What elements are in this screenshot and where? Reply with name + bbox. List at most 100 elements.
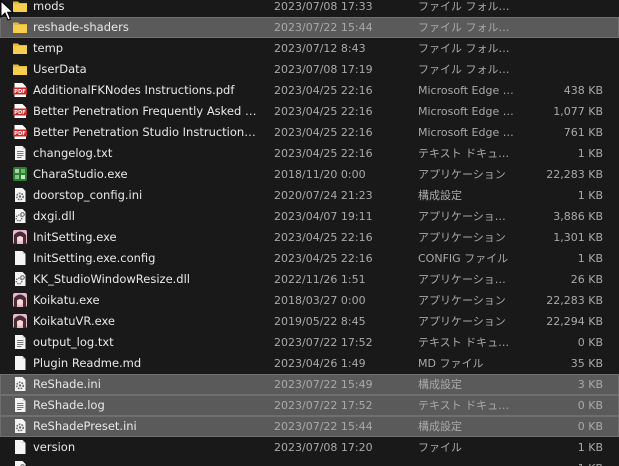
file-row[interactable]: InitSetting.exe 2023/04/25 22:16 アプリケーション 1…: [0, 227, 619, 248]
file-name: CharaStudio.exe: [33, 167, 128, 181]
file-date-modified: 2023/04/25 22:16: [274, 252, 373, 265]
file-date-modified: 2023/04/07 19:11: [274, 210, 373, 223]
file-name: Plugin Readme.md: [33, 356, 142, 370]
dll-file-icon: [12, 208, 28, 224]
file-type: CONFIG ファイル: [418, 252, 509, 265]
file-type: 構成設定: [418, 378, 462, 391]
file-name: InitSetting.exe.config: [33, 251, 156, 265]
file-row[interactable]: PDF Better Penetration Frequently Asked Q…: [0, 101, 619, 122]
file-size: 0 KB: [577, 399, 603, 412]
file-name: KK_StudioWindowResize.dll: [33, 272, 190, 286]
file-row[interactable]: Plugin Readme.md 2023/04/26 1:49 MD ファイル 35…: [0, 353, 619, 374]
file-row[interactable]: output_log.txt 2023/07/22 17:52 テキスト ドキュメン…: [0, 332, 619, 353]
file-row[interactable]: doorstop_config.ini 2020/07/24 21:23 構成設定 1…: [0, 185, 619, 206]
file-size: 0 KB: [577, 336, 603, 349]
file-row[interactable]: InitSetting.exe.config 2023/04/25 22:16 CO…: [0, 248, 619, 269]
settings-file-icon: [12, 418, 28, 434]
file-size: 1 KB: [577, 189, 603, 202]
file-row[interactable]: PDF Better Penetration Studio Instruction…: [0, 122, 619, 143]
file-row[interactable]: UserData 2023/07/08 17:19 ファイル フォルダー: [0, 59, 619, 80]
file-row[interactable]: temp 2023/07/12 8:43 ファイル フォルダー: [0, 38, 619, 59]
file-name: ReShade.ini: [33, 377, 101, 391]
file-date-modified: 2023/04/25 22:16: [274, 147, 373, 160]
file-type: ファイル フォルダー: [418, 63, 514, 76]
file-row[interactable]: dxgi.dll 2023/04/07 19:11 アプリケーション拡張 3,886 …: [0, 206, 619, 227]
file-type: ファイル フォルダー: [418, 21, 514, 34]
file-row[interactable]: ReShade.ini 2023/07/22 15:49 構成設定 3 KB: [0, 374, 619, 395]
file-type: ファイル フォルダー: [418, 42, 514, 55]
svg-text:PDF: PDF: [14, 89, 26, 95]
file-size: 26 KB: [570, 273, 603, 286]
file-date-modified: 2023/07/22 15:44: [274, 420, 373, 433]
file-date-modified: 2023/07/08 17:33: [274, 0, 373, 13]
file-date-modified: 2022/11/26 1:51: [274, 273, 366, 286]
file-name: ReShade.log: [33, 398, 105, 412]
folder-icon: [12, 0, 28, 14]
file-row[interactable]: changelog.txt 2023/04/25 22:16 テキスト ドキュメント…: [0, 143, 619, 164]
file-type: アプリケーション拡張: [418, 273, 514, 286]
file-date-modified: 2023/07/08 17:19: [274, 63, 373, 76]
file-date-modified: 2018/03/27 0:00: [274, 294, 366, 307]
file-row[interactable]: Koikatu.exe 2018/03/27 0:00 アプリケーション 22,283…: [0, 290, 619, 311]
file-name: mods: [33, 0, 65, 13]
file-row[interactable]: PDF AdditionalFKNodes Instructions.pdf 202…: [0, 80, 619, 101]
folder-icon: [12, 19, 28, 35]
file-row[interactable]: KoikatuVR.exe 2019/05/22 8:45 アプリケーション 22,2…: [0, 311, 619, 332]
file-name: temp: [33, 41, 64, 55]
file-row[interactable]: ReShade.log 2023/07/22 17:52 テキスト ドキュメント 0 …: [0, 395, 619, 416]
file-size: 1 KB: [523, 458, 603, 466]
file-date-modified: 2023/04/25 22:16: [274, 231, 373, 244]
file-name: doorstop_config.ini: [33, 188, 143, 202]
svg-text:PDF: PDF: [14, 131, 26, 137]
file-name: KoikatuVR.exe: [33, 314, 116, 328]
file-date-modified: 2023/07/22 17:52: [274, 336, 373, 349]
file-row[interactable]: 1 KB: [0, 458, 619, 466]
dll-file-icon: [12, 271, 28, 287]
file-date-modified: 2023/04/25 22:16: [274, 126, 373, 139]
blank-file-icon: [12, 439, 28, 455]
mouse-cursor-icon: [0, 0, 14, 21]
folder-icon: [12, 40, 28, 56]
settings-file-icon: [12, 376, 28, 392]
file-name: AdditionalFKNodes Instructions.pdf: [33, 83, 235, 97]
file-row[interactable]: KK_StudioWindowResize.dll 2022/11/26 1:51…: [0, 269, 619, 290]
file-type: アプリケーション: [418, 168, 506, 181]
file-row[interactable]: mods 2023/07/08 17:33 ファイル フォルダー: [0, 0, 619, 17]
file-name: ReShadePreset.ini: [33, 419, 137, 433]
file-size: 0 KB: [577, 420, 603, 433]
file-type: テキスト ドキュメント: [418, 147, 514, 160]
file-size: 1 KB: [577, 147, 603, 160]
svg-text:PDF: PDF: [14, 110, 26, 116]
file-type: ファイル フォルダー: [418, 0, 514, 13]
file-date-modified: 2023/07/22 17:52: [274, 399, 373, 412]
file-row[interactable]: CharaStudio.exe 2018/11/20 0:00 アプリケーション 22…: [0, 164, 619, 185]
file-name: Koikatu.exe: [33, 293, 100, 307]
text-file-icon: [12, 145, 28, 161]
file-row[interactable]: ReShadePreset.ini 2023/07/22 15:44 構成設定 0 K…: [0, 416, 619, 437]
file-size: 1 KB: [577, 441, 603, 454]
file-row[interactable]: version 2023/07/08 17:20 ファイル 1 KB: [0, 437, 619, 458]
file-date-modified: 2023/07/08 17:20: [274, 441, 373, 454]
file-date-modified: 2020/07/24 21:23: [274, 189, 373, 202]
pdf-icon: PDF: [12, 124, 28, 140]
file-size: 22,283 KB: [546, 294, 603, 307]
file-date-modified: 2023/07/22 15:49: [274, 378, 373, 391]
file-size: 3 KB: [577, 378, 603, 391]
blank-file-icon: [12, 355, 28, 371]
file-size: 761 KB: [563, 126, 603, 139]
file-row[interactable]: reshade-shaders 2023/07/22 15:44 ファイル フォルダ…: [0, 17, 619, 38]
file-size: 22,283 KB: [546, 168, 603, 181]
file-date-modified: 2023/07/12 8:43: [274, 42, 366, 55]
koikatu-app-icon: [12, 313, 28, 329]
file-type: Microsoft Edge P...: [418, 105, 514, 118]
dll-file-icon: [12, 460, 28, 466]
koikatu-app-icon: [12, 292, 28, 308]
file-list: mods 2023/07/08 17:33 ファイル フォルダー reshade-sh…: [0, 0, 619, 466]
pdf-icon: PDF: [12, 103, 28, 119]
file-type: アプリケーション拡張: [418, 210, 514, 223]
file-type: ファイル: [418, 441, 462, 454]
file-type: アプリケーション: [418, 231, 506, 244]
file-date-modified: 2023/04/25 22:16: [274, 105, 373, 118]
file-type: テキスト ドキュメント: [418, 399, 514, 412]
file-name: dxgi.dll: [33, 209, 75, 223]
